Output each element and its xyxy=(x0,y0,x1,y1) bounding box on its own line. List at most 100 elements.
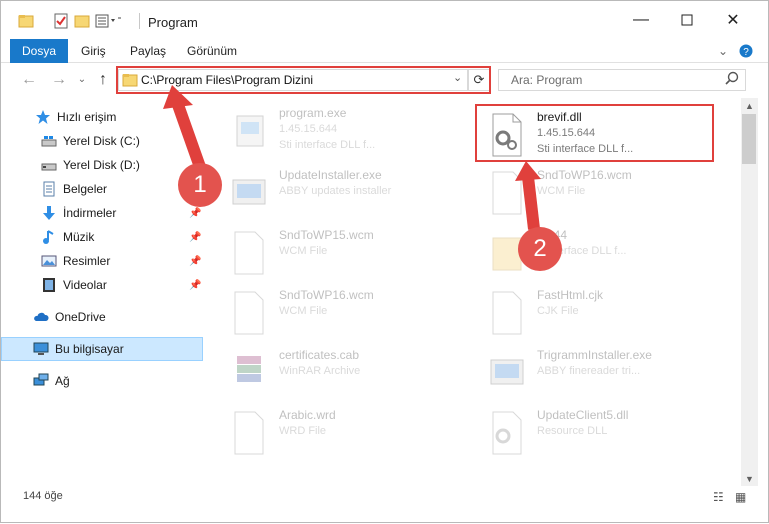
sidebar-item-pictures[interactable]: Resimler 📌 xyxy=(1,249,203,273)
star-icon xyxy=(35,109,51,125)
sidebar-item-label: Yerel Disk (D:) xyxy=(63,158,140,172)
explorer-window: Program — ✕ Dosya Giriş Paylaş Görünüm ⌄… xyxy=(0,0,769,523)
maximize-button[interactable] xyxy=(664,1,710,39)
list-item[interactable]: FastHtml.cjk CJK File xyxy=(477,284,717,344)
sidebar-item-videos[interactable]: Videolar 📌 xyxy=(1,273,203,297)
sidebar-item-label: Videolar xyxy=(63,278,107,292)
up-button[interactable]: ↑ xyxy=(93,69,113,91)
list-item[interactable]: Arabic.wrd WRD File xyxy=(219,404,459,464)
file-type: ABBY updates installer xyxy=(279,185,392,197)
list-item[interactable]: program.exe 1.45.15.644 Sti interface DL… xyxy=(219,102,459,162)
file-icon xyxy=(231,410,267,456)
file-type: WRD File xyxy=(279,425,327,437)
recent-locations-icon[interactable]: ⌄ xyxy=(75,69,89,91)
tab-home[interactable]: Giriş xyxy=(81,39,106,63)
large-icons-view-icon[interactable]: ▦ xyxy=(735,490,746,504)
back-button[interactable]: ← xyxy=(19,69,39,91)
tab-share[interactable]: Paylaş xyxy=(130,39,166,63)
title-bar: Program — ✕ xyxy=(1,1,768,39)
new-folder-icon[interactable] xyxy=(74,13,90,29)
sidebar-item-music[interactable]: Müzik 📌 xyxy=(1,225,203,249)
list-item[interactable]: SndToWP16.wcm WCM File xyxy=(219,284,459,344)
sidebar-item-label: Hızlı erişim xyxy=(57,110,117,124)
ribbon-tabs: Dosya Giriş Paylaş Görünüm ⌄ ? xyxy=(1,39,768,63)
list-item[interactable]: TrigrammInstaller.exe ABBY finereader tr… xyxy=(477,344,717,404)
file-icon xyxy=(489,290,525,336)
archive-icon xyxy=(231,350,267,396)
sidebar-item-drive-c[interactable]: Yerel Disk (C:) xyxy=(1,129,203,153)
navigation-pane: Hızlı erişim Yerel Disk (C:) Yerel Disk … xyxy=(1,101,211,486)
pin-icon[interactable]: 📌 xyxy=(189,280,201,291)
sidebar-item-label: İndirmeler xyxy=(63,206,117,220)
list-item[interactable]: certificates.cab WinRAR Archive xyxy=(219,344,459,404)
music-icon xyxy=(41,229,57,245)
title-separator xyxy=(139,13,140,29)
list-item[interactable]: ...644 ...interface DLL f... xyxy=(477,224,717,284)
file-name: SndToWP16.wcm xyxy=(279,288,374,302)
cloud-icon xyxy=(33,309,49,325)
address-highlight-box xyxy=(116,66,491,94)
file-icon xyxy=(231,230,267,276)
details-view-icon[interactable]: ☷ xyxy=(713,490,724,504)
file-icon xyxy=(231,290,267,336)
sidebar-item-this-pc[interactable]: Bu bilgisayar xyxy=(1,337,203,361)
pin-icon[interactable]: 📌 xyxy=(189,208,201,219)
file-name: SndToWP16.wcm xyxy=(537,168,632,182)
tab-file[interactable]: Dosya xyxy=(10,39,69,63)
expand-ribbon-icon[interactable]: ⌄ xyxy=(718,44,728,58)
file-name: SndToWP15.wcm xyxy=(279,228,374,242)
computer-icon xyxy=(33,341,49,357)
list-item[interactable]: UpdateClient5.dll Resource DLL xyxy=(477,404,717,464)
customize-toolbar-icon[interactable] xyxy=(95,13,121,29)
list-item[interactable]: SndToWP16.wcm WCM File xyxy=(477,164,717,224)
file-name: certificates.cab xyxy=(279,348,360,362)
scrollbar-thumb[interactable] xyxy=(742,114,756,164)
properties-icon[interactable] xyxy=(53,13,69,29)
sidebar-item-quick-access[interactable]: Hızlı erişim xyxy=(1,105,203,129)
network-icon xyxy=(33,373,49,389)
scroll-up-icon[interactable]: ▲ xyxy=(745,101,754,111)
sidebar-item-drive-d[interactable]: Yerel Disk (D:) xyxy=(1,153,203,177)
file-name: program.exe xyxy=(279,106,347,120)
sidebar-item-documents[interactable]: Belgeler 📌 xyxy=(1,177,203,201)
list-item[interactable]: UpdateInstaller.exe ABBY updates install… xyxy=(219,164,459,224)
file-name: TrigrammInstaller.exe xyxy=(537,348,652,362)
file-name: UpdateInstaller.exe xyxy=(279,168,382,182)
forward-button[interactable]: → xyxy=(49,69,69,91)
drive-icon xyxy=(41,157,57,173)
dll-gear-icon xyxy=(489,410,525,456)
sidebar-item-onedrive[interactable]: OneDrive xyxy=(1,305,203,329)
step-1-badge: 1 xyxy=(178,163,222,207)
sidebar-item-label: Bu bilgisayar xyxy=(55,342,124,356)
exe-icon xyxy=(231,108,267,154)
file-type: Resource DLL xyxy=(537,425,608,437)
sidebar-item-label: Belgeler xyxy=(63,182,108,196)
pin-icon[interactable]: 📌 xyxy=(189,256,201,267)
question-icon[interactable]: ? xyxy=(739,44,753,61)
folder-icon xyxy=(18,13,34,29)
item-count: 144 öğe xyxy=(23,490,63,502)
window-title: Program xyxy=(148,15,198,30)
file-version: 1.45.15.644 xyxy=(279,123,338,135)
file-description: Sti interface DLL f... xyxy=(279,139,376,151)
pin-icon[interactable]: 📌 xyxy=(189,232,201,243)
download-icon xyxy=(41,205,57,221)
tab-view[interactable]: Görünüm xyxy=(187,39,237,63)
minimize-button[interactable]: — xyxy=(618,1,664,39)
file-type: WCM File xyxy=(279,305,328,317)
search-placeholder: Ara: Program xyxy=(511,73,583,87)
sidebar-item-downloads[interactable]: İndirmeler 📌 xyxy=(1,201,203,225)
file-icon xyxy=(489,170,525,216)
file-description: ABBY finereader tri... xyxy=(537,365,641,377)
sidebar-item-network[interactable]: Ağ xyxy=(1,369,203,393)
file-name: FastHtml.cjk xyxy=(537,288,603,302)
sidebar-item-label: Müzik xyxy=(63,230,95,244)
installer-icon xyxy=(231,170,267,216)
sidebar-item-label: Yerel Disk (C:) xyxy=(63,134,140,148)
close-button[interactable]: ✕ xyxy=(710,1,756,39)
pictures-icon xyxy=(41,253,57,269)
search-icon[interactable] xyxy=(725,71,739,88)
file-type: WinRAR Archive xyxy=(279,365,361,377)
list-item[interactable]: SndToWP15.wcm WCM File xyxy=(219,224,459,284)
scroll-down-icon[interactable]: ▼ xyxy=(745,474,754,484)
